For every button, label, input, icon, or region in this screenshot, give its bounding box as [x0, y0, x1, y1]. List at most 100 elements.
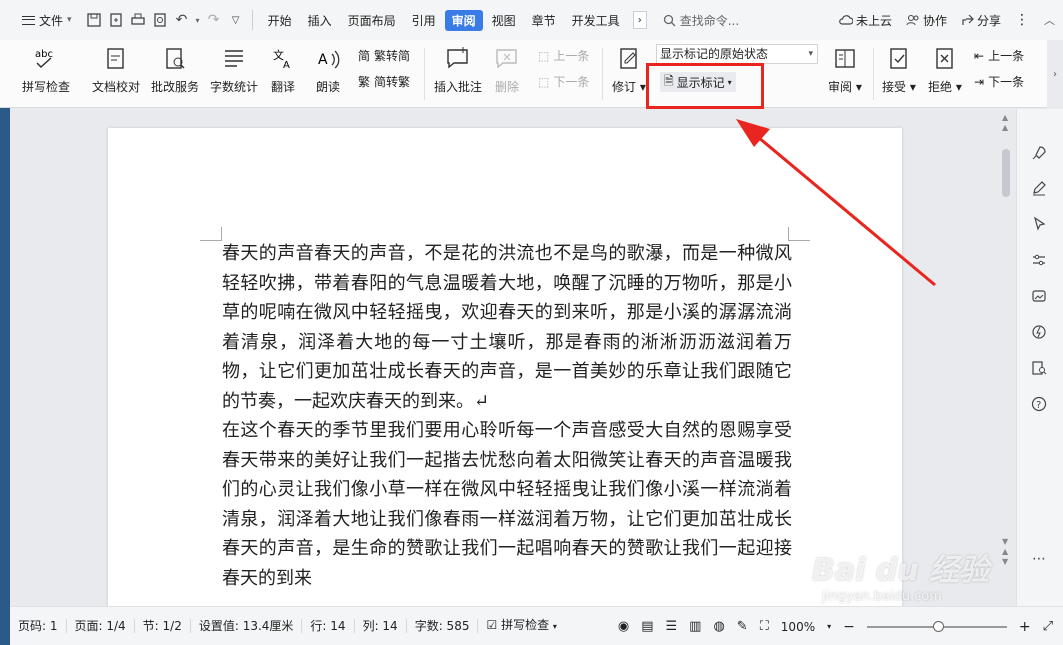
more-icon[interactable]: ⋯	[1029, 549, 1049, 569]
eye-protection-icon[interactable]: ◉	[618, 619, 629, 634]
insert-comment-button[interactable]: 插入批注	[434, 44, 482, 95]
zoom-slider-knob[interactable]	[932, 620, 944, 632]
scroll-down-icon[interactable]: ▼	[1002, 537, 1008, 546]
word-count-icon	[219, 44, 249, 74]
translate-label: 翻译	[270, 80, 295, 94]
cursor-icon[interactable]	[1029, 214, 1049, 234]
document-body[interactable]: 春天的声音春天的声音，不是花的洪流也不是鸟的歌瀑，而是一种微风轻轻吹拂，带着春阳…	[222, 239, 792, 593]
markup-state-select[interactable]: 显示标记的原始状态 ▾	[656, 44, 818, 64]
more-tabs-button[interactable]: ›	[632, 11, 647, 29]
tab-page-layout[interactable]: 页面布局	[341, 10, 403, 31]
scroll-up-icon[interactable]: ▲	[1002, 123, 1008, 132]
rocket-icon[interactable]	[1029, 143, 1049, 163]
tab-home[interactable]: 开始	[261, 10, 299, 31]
zoom-in-icon[interactable]: +	[1019, 619, 1031, 635]
simp-to-trad-label: 简转繁	[374, 75, 411, 89]
previous-comment-button[interactable]: ⬚ 上一条	[538, 47, 589, 64]
status-row[interactable]: 行: 14	[302, 619, 355, 633]
collaborate-button[interactable]: 协作	[906, 12, 947, 29]
svg-text:A: A	[283, 60, 290, 71]
page-down-icon[interactable]: ▼	[1002, 557, 1008, 566]
review-service-label: 批改服务	[151, 80, 200, 94]
read-aloud-button[interactable]: A 朗读	[313, 44, 343, 95]
vertical-scrollbar[interactable]: ▲ ▲ ▼ ▲ ▼	[998, 109, 1015, 606]
tab-developer[interactable]: 开发工具	[565, 10, 627, 31]
zoom-out-icon[interactable]: −	[843, 619, 855, 635]
delete-comment-button[interactable]: 删除	[492, 44, 522, 95]
track-changes-button[interactable]: 修订 ▾	[612, 44, 646, 95]
accept-button[interactable]: 接受 ▾	[882, 44, 916, 95]
tab-references[interactable]: 引用	[405, 10, 443, 31]
scroll-up-icon[interactable]: ▲	[1002, 113, 1008, 122]
status-spell-check-label: 拼写检查	[501, 618, 550, 632]
zoom-level[interactable]: 100%	[781, 620, 815, 634]
web-view-icon[interactable]: ◍	[713, 619, 724, 634]
tab-view[interactable]: 视图	[485, 10, 523, 31]
trad-to-simp-button[interactable]: 简 繁转简	[358, 47, 410, 64]
tab-insert[interactable]: 插入	[301, 10, 339, 31]
fullscreen-icon[interactable]: ⤢	[1043, 619, 1053, 634]
help-icon[interactable]: ?	[1029, 394, 1049, 414]
status-column[interactable]: 列: 14	[355, 619, 407, 633]
fit-page-icon[interactable]: ⛶	[760, 619, 769, 634]
cloud-status-label: 未上云	[855, 13, 892, 28]
word-count-button[interactable]: 字数统计	[210, 44, 258, 95]
file-menu[interactable]: 文件 ▾	[16, 8, 78, 32]
chevron-down-icon: ▾	[195, 15, 200, 25]
scrollbar-thumb[interactable]	[1002, 149, 1010, 197]
export-icon[interactable]	[108, 12, 124, 28]
lightning-icon[interactable]	[1029, 322, 1049, 342]
chevron-down-icon: ▾	[552, 622, 557, 631]
page-up-icon[interactable]: ▲	[1002, 547, 1008, 556]
status-setting[interactable]: 设置值: 13.4厘米	[191, 619, 303, 633]
simp-to-trad-button[interactable]: 繁 简转繁	[358, 73, 410, 90]
print-icon[interactable]	[130, 12, 146, 28]
ribbon-scroll-right[interactable]: ›	[1047, 40, 1063, 108]
print-preview-icon[interactable]	[152, 12, 168, 28]
paragraph[interactable]: 在这个春天的季节里我们要用心聆听每一个声音感受大自然的恩赐享受春天带来的美好让我…	[222, 416, 792, 593]
pointer-arrow	[736, 119, 936, 287]
translate-button[interactable]: 文A 翻译	[268, 44, 298, 95]
next-change-button[interactable]: ⇥ 下一条	[974, 73, 1024, 90]
next-comment-button[interactable]: ⬚ 下一条	[538, 73, 589, 90]
chevron-down-icon: ▾	[67, 15, 72, 25]
status-word-count[interactable]: 字数: 585	[407, 619, 479, 633]
undo-icon[interactable]: ↶	[174, 12, 190, 28]
spell-check-button[interactable]: abc 拼写检查	[22, 44, 70, 95]
status-section[interactable]: 节: 1/2	[135, 619, 191, 633]
outline-view-icon[interactable]: ☰	[665, 619, 677, 634]
customize-quick-access-icon[interactable]: ▽	[228, 12, 244, 28]
review-pane-button[interactable]: 审阅 ▾	[828, 44, 862, 95]
cloud-status[interactable]: 未上云	[838, 12, 892, 29]
book-search-icon[interactable]	[1029, 358, 1049, 378]
pen-icon[interactable]	[1029, 178, 1049, 198]
image-tools-icon[interactable]	[1029, 286, 1049, 306]
tab-review[interactable]: 审阅	[444, 9, 483, 31]
more-options-icon[interactable]: ⋮	[1015, 12, 1030, 28]
review-pane-icon	[830, 44, 860, 74]
status-page-number[interactable]: 页码: 1	[10, 619, 67, 633]
paragraph[interactable]: 春天的声音春天的声音，不是花的洪流也不是鸟的歌瀑，而是一种微风轻轻吹拂，带着春阳…	[222, 239, 792, 416]
menu-bar: 文件 ▾ ↶ ▾ ↷ ▽ 开始 插入 页面布局 引用 审阅 视图 章节 开发工具…	[0, 0, 1063, 40]
side-toolbar: ? ⋯	[1016, 109, 1063, 606]
share-button[interactable]: 分享	[961, 12, 1001, 29]
redo-icon[interactable]: ↷	[206, 12, 222, 28]
read-mode-icon[interactable]: ▥	[689, 619, 701, 634]
collapse-icon[interactable]: ︿	[1044, 12, 1055, 28]
reject-button[interactable]: 拒绝 ▾	[928, 44, 962, 95]
review-service-button[interactable]: 批改服务	[151, 44, 199, 95]
chevron-down-icon: ▾	[808, 49, 813, 59]
command-search[interactable]: 查找命令...	[663, 12, 739, 29]
document-proofread-label: 文档校对	[92, 80, 141, 94]
status-spell-check[interactable]: ☑ 拼写检查 ▾	[478, 618, 564, 634]
document-proofread-button[interactable]: 文档校对	[92, 44, 140, 95]
previous-comment-icon: ⬚	[538, 48, 550, 63]
status-pages[interactable]: 页面: 1/4	[67, 619, 135, 633]
settings-sliders-icon[interactable]	[1029, 250, 1049, 270]
zoom-slider[interactable]	[866, 620, 1007, 632]
page-view-icon[interactable]: ▤	[641, 619, 653, 634]
tab-chapter[interactable]: 章节	[525, 10, 563, 31]
previous-change-button[interactable]: ⇤ 上一条	[974, 47, 1024, 64]
write-mode-icon[interactable]: ✎	[737, 619, 748, 634]
save-icon[interactable]	[86, 12, 102, 28]
